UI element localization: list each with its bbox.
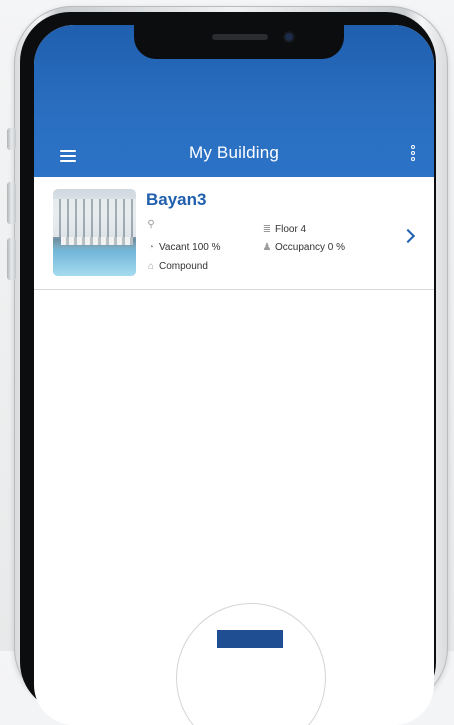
type-row: ⌂ Compound: [146, 261, 208, 272]
mute-switch: [7, 128, 16, 150]
logo-mark: [217, 630, 283, 648]
pie-chart-icon: ◔: [147, 242, 155, 253]
front-camera: [285, 33, 293, 41]
floor-label: Floor 4: [275, 224, 307, 235]
floor-row: ≣ Floor 4: [262, 224, 306, 235]
vacant-label: Vacant 100 %: [159, 242, 221, 253]
building-card[interactable]: Bayan3 ⚲ ≣ Floor 4 ◔ Vacant 100 % ♟ Occu…: [34, 177, 434, 290]
volume-up-button: [7, 182, 16, 224]
person-icon: ♟: [262, 242, 272, 253]
home-icon: ⌂: [147, 261, 155, 272]
more-vertical-icon[interactable]: [410, 145, 418, 167]
phone-screen: My Building Bayan3 ⚲ ≣ Floor 4 ◔ Vacant …: [34, 25, 434, 725]
location-pin-icon: ⚲: [147, 219, 155, 230]
chevron-right-icon[interactable]: [402, 227, 414, 245]
occupancy-row: ♟ Occupancy 0 %: [262, 242, 346, 253]
type-label: Compound: [159, 261, 208, 272]
vacant-row: ◔ Vacant 100 %: [146, 242, 221, 253]
location-row: ⚲: [146, 219, 159, 230]
app-logo: [176, 603, 326, 725]
building-name: Bayan3: [146, 190, 207, 209]
volume-down-button: [7, 238, 16, 280]
thumbnail-pool: [53, 249, 136, 276]
building-thumbnail: [53, 189, 136, 276]
phone-notch: [134, 25, 344, 59]
thumbnail-building: [53, 199, 136, 237]
page-title: My Building: [188, 143, 280, 162]
thumbnail-chairs: [61, 237, 133, 245]
speaker-grille: [212, 34, 268, 40]
floor-layers-icon: ≣: [262, 224, 272, 235]
occupancy-label: Occupancy 0 %: [275, 242, 346, 253]
